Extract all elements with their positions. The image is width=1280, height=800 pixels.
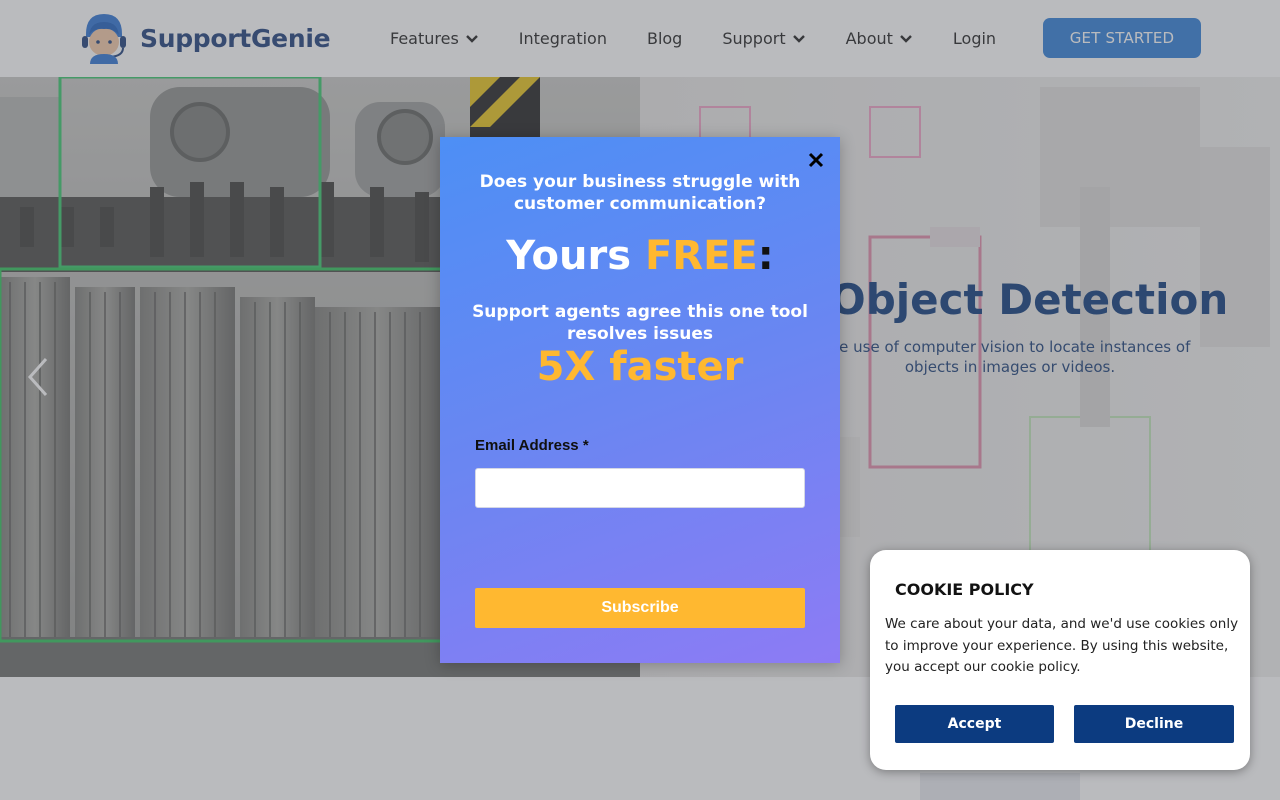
- free-highlight: FREE: [644, 233, 758, 279]
- cookie-accept-button[interactable]: Accept: [895, 705, 1054, 743]
- popup-free-heading: Yours FREE:: [440, 233, 840, 279]
- close-icon[interactable]: [807, 151, 825, 169]
- email-label: Email Address *: [475, 437, 589, 454]
- cookie-decline-button[interactable]: Decline: [1074, 705, 1234, 743]
- free-prefix: Yours: [506, 233, 645, 279]
- cookie-title: COOKIE POLICY: [895, 580, 1034, 599]
- free-suffix: :: [757, 233, 774, 279]
- cookie-text: We care about your data, and we'd use co…: [885, 616, 1239, 675]
- popup-question: Does your business struggle with custome…: [479, 172, 801, 214]
- cookie-policy-card: COOKIE POLICY We care about your data, a…: [870, 550, 1250, 770]
- newsletter-popup: Does your business struggle with custome…: [440, 137, 840, 663]
- email-field[interactable]: [475, 468, 805, 508]
- popup-faster-text: 5X faster: [536, 344, 744, 390]
- subscribe-button[interactable]: Subscribe: [475, 588, 805, 628]
- popup-agree-text: Support agents agree this one tool resol…: [472, 302, 808, 344]
